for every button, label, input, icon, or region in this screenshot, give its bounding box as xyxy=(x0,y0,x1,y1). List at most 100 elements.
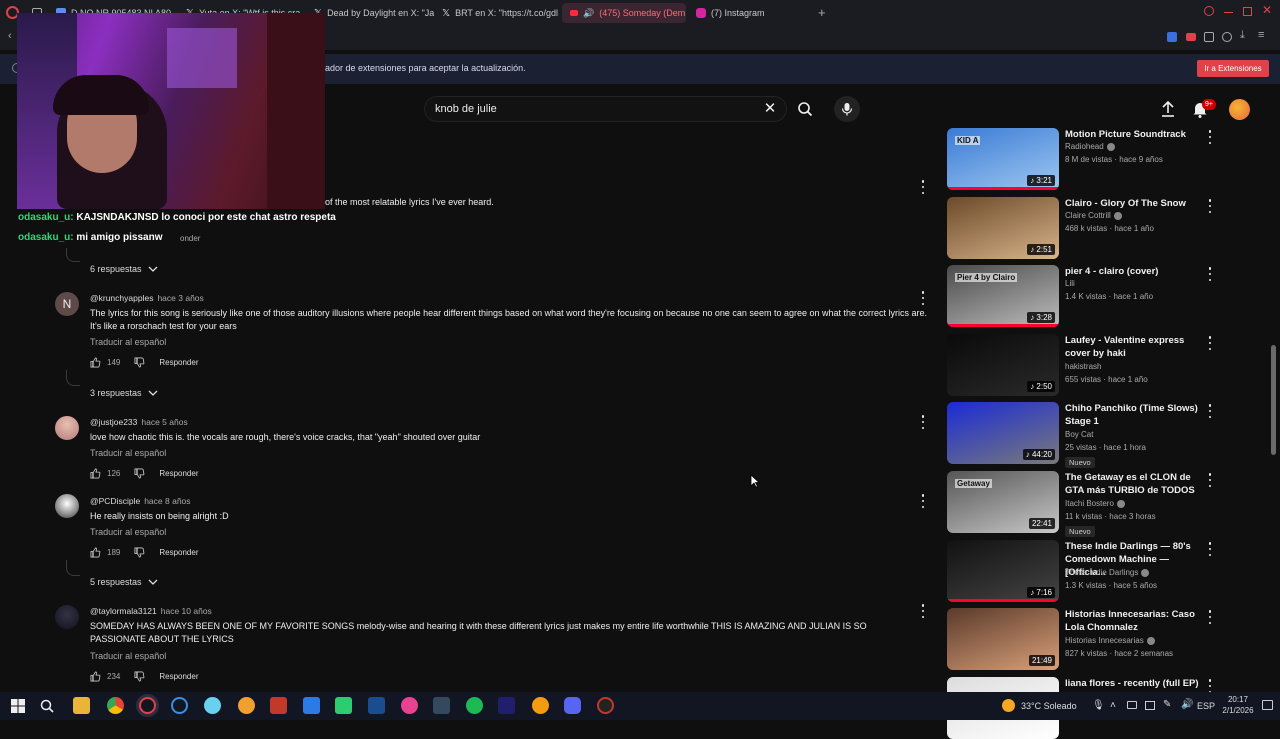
tab-4[interactable]: 𝕏 BRT en X: "https://t.co/gdl xyxy=(434,3,562,23)
comment-menu-button[interactable] xyxy=(920,604,926,618)
view-replies-button[interactable]: 5 respuestas xyxy=(90,577,158,587)
video-title[interactable]: Historias Innecesarias: Caso Lola Chomna… xyxy=(1065,608,1203,634)
puzzle-icon[interactable] xyxy=(1204,32,1214,42)
comment-menu-button[interactable] xyxy=(920,494,926,508)
related-video-item[interactable]: ♪ 2:51 Clairo - Glory Of The Snow Claire C… xyxy=(947,197,1217,259)
comment-time[interactable]: hace 5 años xyxy=(141,417,187,427)
app-icon[interactable] xyxy=(204,697,221,714)
download-icon[interactable]: ⤓ xyxy=(1240,29,1245,42)
related-video-item[interactable]: ♪ 7:16 These Indie Darlings — 80's Comedo… xyxy=(947,540,1217,602)
translate-icon[interactable] xyxy=(1167,32,1177,42)
reply-button[interactable]: Responder xyxy=(159,548,198,557)
video-app-icon[interactable] xyxy=(270,697,287,714)
opera-icon[interactable] xyxy=(139,697,156,714)
weather-text[interactable]: 33°C Soleado xyxy=(1021,701,1077,711)
windows-start-icon[interactable] xyxy=(11,699,25,713)
video-title[interactable]: Laufey - Valentine express cover by haki xyxy=(1065,334,1203,360)
tab-3[interactable]: 𝕏 Dead by Daylight en X: "Ja xyxy=(306,3,434,23)
related-video-item[interactable]: Pier 4 by Clairo ♪ 3:28 pier 4 - clairo (c… xyxy=(947,265,1217,327)
thumbs-up-icon[interactable] xyxy=(90,468,101,479)
file-explorer-icon[interactable] xyxy=(73,697,90,714)
channel-name[interactable]: These Indie Darlings xyxy=(1065,568,1138,577)
channel-name[interactable]: Claire Cottrill xyxy=(1065,211,1111,220)
back-icon[interactable]: ‹ xyxy=(8,30,12,42)
app-icon[interactable] xyxy=(238,697,255,714)
video-menu-button[interactable] xyxy=(1207,404,1213,418)
video-thumbnail[interactable]: ♪ 44:20 xyxy=(947,402,1059,464)
comment-time[interactable]: hace 8 años xyxy=(144,496,190,506)
clock-time[interactable]: 20:17 xyxy=(1222,695,1254,704)
video-menu-button[interactable] xyxy=(1207,267,1213,281)
thumbs-up-icon[interactable] xyxy=(90,547,101,558)
video-title[interactable]: Chiho Panchiko (Time Slows) Stage 1 xyxy=(1065,402,1203,428)
reply-button[interactable]: Responder xyxy=(159,469,198,478)
clear-search-button[interactable]: ✕ xyxy=(762,100,778,118)
video-thumbnail[interactable]: ♪ 7:16 xyxy=(947,540,1059,602)
app-icon[interactable] xyxy=(433,697,450,714)
close-window-icon[interactable]: ✕ xyxy=(1262,3,1272,17)
tab-6[interactable]: (7) Instagram xyxy=(688,3,816,23)
chevron-up-icon[interactable]: ˄ xyxy=(1110,700,1116,711)
thumbs-down-icon[interactable] xyxy=(134,671,145,682)
translate-link[interactable]: Traducir al español xyxy=(90,448,166,458)
comment-menu-button[interactable] xyxy=(920,415,926,429)
clock-date[interactable]: 2/1/2026 xyxy=(1212,706,1264,715)
video-title[interactable]: The Getaway es el CLON de GTA más TURBIO… xyxy=(1065,471,1203,497)
comment-author[interactable]: @PCDisciple hace 8 años xyxy=(90,496,191,506)
video-menu-button[interactable] xyxy=(1207,130,1213,144)
voice-search-button[interactable] xyxy=(834,96,860,122)
search-icon[interactable] xyxy=(40,699,54,713)
video-thumbnail[interactable]: KID A ♪ 3:21 xyxy=(947,128,1059,190)
create-button[interactable] xyxy=(1158,99,1178,119)
channel-name[interactable]: Historias Innecesarias xyxy=(1065,636,1144,645)
after-effects-icon[interactable] xyxy=(498,697,515,714)
profile-icon[interactable] xyxy=(1222,32,1232,42)
related-video-item[interactable]: Getaway 22:41 The Getaway es el CLON de GT… xyxy=(947,471,1217,537)
reply-button[interactable]: onder xyxy=(180,234,200,243)
thumbs-down-icon[interactable] xyxy=(134,468,145,479)
author-handle[interactable]: @PCDisciple xyxy=(90,496,140,506)
video-menu-button[interactable] xyxy=(1207,610,1213,624)
video-title[interactable]: liana flores - recently (full EP) xyxy=(1065,677,1203,690)
video-menu-button[interactable] xyxy=(1207,679,1213,693)
discord-icon[interactable] xyxy=(564,697,581,714)
thumbs-down-icon[interactable] xyxy=(134,357,145,368)
related-video-item[interactable]: KID A ♪ 3:21 Motion Picture Soundtrack Radi… xyxy=(947,128,1217,190)
author-handle[interactable]: @taylormala3121 xyxy=(90,606,157,616)
video-thumbnail[interactable]: Getaway 22:41 xyxy=(947,471,1059,533)
thumbs-up-icon[interactable] xyxy=(90,671,101,682)
channel-name[interactable]: Itachi Bostero xyxy=(1065,499,1114,508)
extension-icon[interactable] xyxy=(1186,33,1196,41)
comment-time[interactable]: hace 3 años xyxy=(157,293,203,303)
microphone-icon[interactable]: 🎙 xyxy=(1092,700,1105,711)
volume-icon[interactable]: 🔊 xyxy=(1181,699,1193,710)
photos-icon[interactable] xyxy=(303,697,320,714)
view-replies-button[interactable]: 6 respuestas xyxy=(90,264,158,274)
author-handle[interactable]: @krunchyapples xyxy=(90,293,153,303)
related-video-item[interactable]: ♪ 2:50 Laufey - Valentine express cover b… xyxy=(947,334,1217,396)
app-icon[interactable] xyxy=(368,697,385,714)
spotify-icon[interactable] xyxy=(466,697,483,714)
maximize-icon[interactable] xyxy=(1243,7,1252,16)
commenter-avatar[interactable] xyxy=(55,416,79,440)
author-handle[interactable]: @justjoe233 xyxy=(90,417,137,427)
video-menu-button[interactable] xyxy=(1207,199,1213,213)
translate-link[interactable]: Traducir al español xyxy=(90,337,166,347)
search-input[interactable]: knob de julie xyxy=(424,96,787,122)
reply-button[interactable]: Responder xyxy=(159,672,198,681)
search-button[interactable] xyxy=(787,96,823,122)
video-menu-button[interactable] xyxy=(1207,542,1213,556)
video-title[interactable]: Clairo - Glory Of The Snow xyxy=(1065,197,1203,210)
video-menu-button[interactable] xyxy=(1207,336,1213,350)
network-icon[interactable] xyxy=(1145,701,1155,710)
go-to-extensions-button[interactable]: Ir a Extensiones xyxy=(1197,60,1269,77)
commenter-avatar[interactable]: N xyxy=(55,292,79,316)
view-replies-button[interactable]: 3 respuestas xyxy=(90,388,158,398)
video-thumbnail[interactable]: ♪ 2:50 xyxy=(947,334,1059,396)
channel-name[interactable]: Boy Cat xyxy=(1065,430,1093,439)
comment-author[interactable]: @taylormala3121 hace 10 años xyxy=(90,606,212,616)
search-tabs-icon[interactable] xyxy=(1204,6,1214,16)
thumbs-down-icon[interactable] xyxy=(134,547,145,558)
menu-icon[interactable]: ≡ xyxy=(1258,29,1264,41)
minimize-icon[interactable] xyxy=(1224,12,1233,13)
